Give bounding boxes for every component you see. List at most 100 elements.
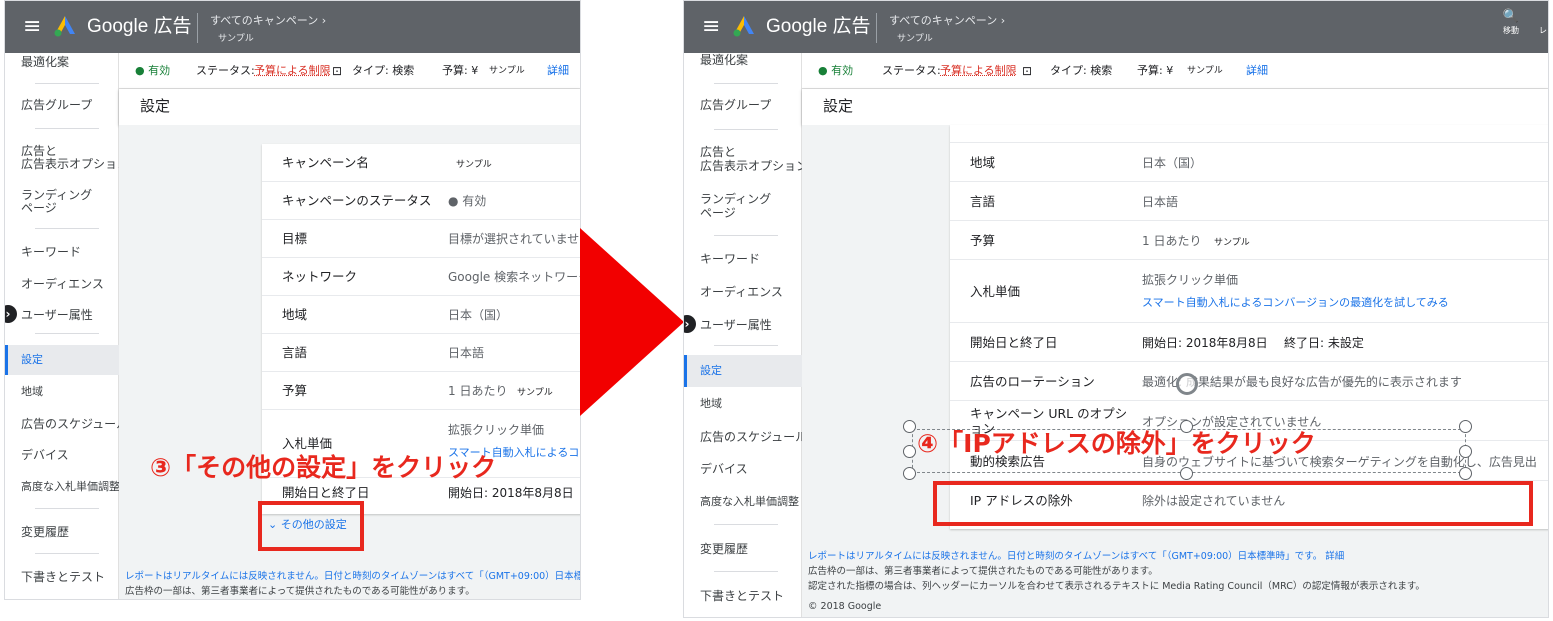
sidebar-item-change-history[interactable]: 変更履歴 [21, 525, 69, 539]
expand-chevron-icon[interactable]: › [684, 315, 696, 333]
row-label: 予算 [282, 383, 308, 398]
table-row[interactable]: 予算 1 日あたり サンプル [950, 221, 1548, 260]
sidebar-item-audiences[interactable]: オーディエンス [21, 277, 104, 291]
table-row[interactable]: キャンペーンのステータス ● 有効 [262, 182, 580, 220]
table-row[interactable]: 開始日と終了日 開始日: 2018年8月8日 終了日: 未設定 [950, 323, 1548, 362]
row-label: 予算 [970, 233, 996, 248]
table-row[interactable]: 言語 日本語 [950, 182, 1548, 221]
hamburger-menu-icon[interactable]: ≡ [23, 15, 41, 39]
status-limited[interactable]: 予算による制限 [254, 53, 331, 89]
selection-handle [1180, 467, 1193, 480]
sidebar-item-change-history[interactable]: 変更履歴 [700, 542, 748, 556]
row-label: 開始日と終了日 [970, 335, 1058, 350]
details-link[interactable]: 詳細 [1325, 551, 1344, 562]
selection-handle [903, 445, 916, 458]
hamburger-menu-icon[interactable]: ≡ [702, 15, 720, 39]
selection-handle [903, 467, 916, 480]
row-label: 目標 [282, 231, 308, 246]
sidebar-item-landing-page[interactable]: ページ [21, 201, 57, 215]
highlight-box-ip-exclusion [933, 481, 1533, 526]
table-row-top [950, 125, 1548, 143]
brand-name: Google 広告 [766, 16, 871, 37]
sidebar-item-locations[interactable]: 地域 [700, 397, 722, 411]
sidebar-item-settings[interactable]: 設定 [700, 364, 722, 378]
page-title: 設定 [140, 97, 171, 115]
sidebar-divider [714, 345, 778, 346]
budget-value: サンプル [489, 66, 525, 76]
reports-label[interactable]: レ [1536, 25, 1548, 36]
sidebar-item-keywords[interactable]: キーワード [21, 245, 81, 259]
table-row[interactable]: 目標 目標が選択されていません [262, 220, 580, 258]
sidebar-divider [35, 228, 99, 229]
chart-icon[interactable]: ⊡ [1022, 53, 1032, 89]
footer-inventory-note: 広告枠の一部は、第三者事業者によって提供されたものである可能性があります。 [808, 566, 1158, 577]
sidebar-item-bid-adjustments[interactable]: 高度な入札単価調整 [700, 495, 799, 509]
search-button[interactable]: 🔍 移動 [1498, 9, 1524, 37]
sidebar-divider [35, 128, 99, 129]
sidebar-item-keywords[interactable]: キーワード [700, 252, 760, 266]
campaign-name: サンプル [897, 34, 933, 44]
sidebar-item-demographics[interactable]: ユーザー属性 [700, 318, 772, 332]
sidebar-item-ad-groups[interactable]: 広告グループ [21, 98, 92, 112]
sidebar-item-bid-adjustments[interactable]: 高度な入札単価調整 [21, 480, 120, 494]
rotate-handle-icon [1176, 373, 1198, 395]
breadcrumb[interactable]: すべてのキャンペーン › [210, 14, 326, 27]
sidebar-item-audiences[interactable]: オーディエンス [700, 285, 783, 299]
table-row[interactable]: 広告のローテーション 最適化: 成果結果が最も良好な広告が優先的に表示されます [950, 362, 1548, 401]
sidebar: 最適化案 広告グループ 広告と 広告表示オプション ランディング ページ キーワ… [684, 53, 808, 617]
expand-chevron-icon[interactable]: › [5, 305, 17, 323]
sidebar-item-ads[interactable]: 広告と [700, 145, 736, 159]
sidebar-item-ad-groups[interactable]: 広告グループ [700, 98, 771, 112]
row-value: 日本語 [1142, 195, 1179, 209]
selection-handle [1459, 420, 1472, 433]
sidebar-item-landing[interactable]: ランディング [21, 188, 92, 202]
breadcrumb[interactable]: すべてのキャンペーン › [889, 14, 1005, 27]
campaign-type: タイプ: 検索 [352, 64, 415, 77]
row-link[interactable]: スマート自動入札によるコンバージョンの最適化を試してみる [1142, 296, 1449, 310]
sidebar-item-optimization[interactable]: 最適化案 [21, 55, 69, 69]
table-row[interactable]: 地域 日本（国） [262, 296, 580, 334]
sidebar-item-landing-page[interactable]: ページ [700, 206, 736, 220]
sidebar-item-ads[interactable]: 広告と [21, 144, 57, 158]
row-value: 日本語 [448, 346, 485, 360]
row-label: 言語 [282, 345, 308, 360]
chart-icon[interactable]: ⊡ [332, 53, 342, 89]
row-label: キャンペーンのステータス [282, 193, 432, 208]
table-row[interactable]: 予算 1 日あたり サンプル [262, 372, 580, 410]
campaign-status-bar: ● 有効 ステータス: 予算による制限 ⊡ タイプ: 検索 予算: ¥ サンプル… [802, 53, 1548, 89]
selection-handle [903, 420, 916, 433]
sidebar-item-drafts[interactable]: 下書きとテスト [700, 589, 784, 603]
chevron-down-icon: ⌄ [547, 64, 557, 77]
table-row[interactable]: ネットワーク Google 検索ネットワーク [262, 258, 580, 296]
table-row[interactable]: キャンペーン名 サンプル [262, 144, 580, 182]
row-value: オプションが設定されていません [1142, 415, 1322, 429]
sidebar-item-ads-extensions[interactable]: 広告表示オプション [21, 157, 129, 171]
campaign-type: タイプ: 検索 [1050, 64, 1113, 77]
table-row[interactable]: 地域 日本（国） [950, 143, 1548, 182]
selection-handle [1459, 467, 1472, 480]
table-row[interactable]: 入札単価 拡張クリック単価 スマート自動入札によるコンバージョンの最適化を試して… [950, 260, 1548, 323]
sidebar-item-settings[interactable]: 設定 [21, 353, 43, 367]
row-value: 開始日: 2018年8月8日 [448, 486, 574, 500]
sidebar-item-locations[interactable]: 地域 [21, 385, 43, 399]
status-active: ● 有効 [818, 64, 854, 77]
sidebar-item-devices[interactable]: デバイス [700, 462, 748, 476]
row-value-2: サンプル [1214, 238, 1250, 248]
status-limited[interactable]: 予算による制限 [940, 53, 1017, 89]
table-row[interactable]: 言語 日本語 [262, 334, 580, 372]
row-value: 1 日あたり [448, 384, 508, 398]
top-app-bar: ≡ Google 広告 すべてのキャンペーン › サンプル [5, 1, 580, 53]
sidebar-item-ad-schedule[interactable]: 広告のスケジュール [21, 417, 128, 431]
sidebar-item-demographics[interactable]: ユーザー属性 [21, 308, 93, 322]
sidebar-active-indicator [5, 345, 8, 375]
row-label: 地域 [282, 307, 308, 322]
sidebar-item-ads-extensions[interactable]: 広告表示オプション [700, 159, 808, 173]
sidebar-item-landing[interactable]: ランディング [700, 192, 771, 206]
footer-copyright: © 2018 Google [808, 601, 882, 612]
sidebar-item-optimization[interactable]: 最適化案 [700, 53, 748, 67]
sidebar-item-devices[interactable]: デバイス [21, 448, 69, 462]
page-title: 設定 [823, 97, 854, 115]
footer-realtime-note: レポートはリアルタイムには反映されません。日付と時刻のタイムゾーンはすべて「（G… [808, 551, 1345, 562]
sidebar-item-drafts[interactable]: 下書きとテスト [21, 570, 105, 584]
sidebar-item-ad-schedule[interactable]: 広告のスケジュール [700, 430, 807, 444]
